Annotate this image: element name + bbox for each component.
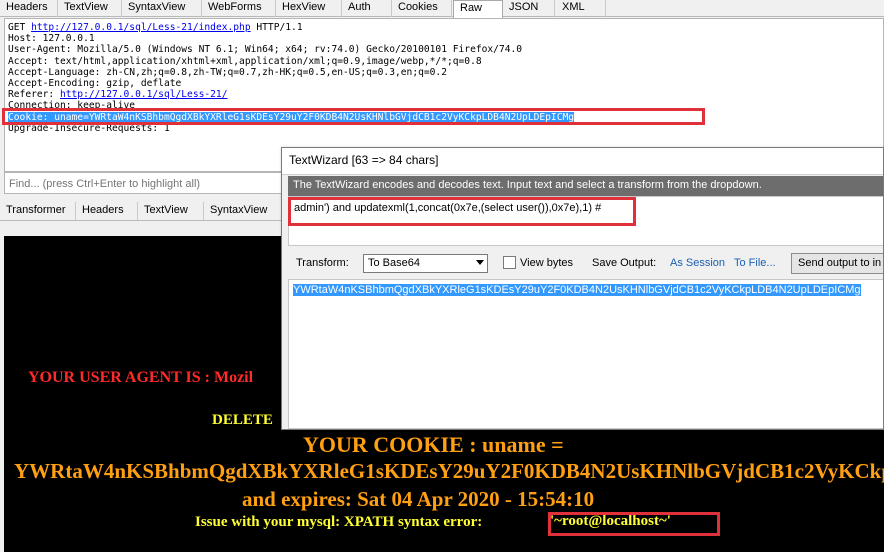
header-upgrade: Upgrade-Insecure-Requests: 1 bbox=[8, 122, 170, 134]
expires-text: and expires: Sat 04 Apr 2020 - 15:54:10 bbox=[242, 487, 595, 511]
tab-auth[interactable]: Auth bbox=[342, 0, 392, 17]
tab-json[interactable]: JSON bbox=[503, 0, 555, 17]
tab-webforms[interactable]: WebForms bbox=[202, 0, 276, 17]
tab-response-syntaxview[interactable]: SyntaxView bbox=[204, 202, 282, 220]
tab-textview[interactable]: TextView bbox=[58, 0, 122, 17]
view-bytes-label: View bytes bbox=[520, 257, 573, 269]
transform-select[interactable]: To Base64 bbox=[363, 254, 488, 273]
tab-raw[interactable]: Raw bbox=[453, 0, 503, 18]
cookie-label-text: YOUR COOKIE : uname = bbox=[303, 432, 564, 457]
textwizard-description: The TextWizard encodes and decodes text.… bbox=[288, 176, 883, 196]
tab-xml[interactable]: XML bbox=[556, 0, 606, 17]
request-tab-bar: Headers TextView SyntaxView WebForms Hex… bbox=[0, 0, 884, 18]
as-session-link[interactable]: As Session bbox=[670, 257, 725, 269]
textwizard-window: TextWizard [63 => 84 chars] The TextWiza… bbox=[281, 147, 884, 430]
injection-result-text: '~root@localhost~' bbox=[548, 513, 673, 533]
header-accept-encoding: Accept-Encoding: gzip, deflate bbox=[8, 77, 182, 89]
user-agent-text: YOUR USER AGENT IS : Mozil bbox=[28, 369, 254, 386]
save-output-label: Save Output: bbox=[592, 257, 657, 269]
tab-hexview[interactable]: HexView bbox=[276, 0, 342, 17]
find-input[interactable] bbox=[9, 175, 299, 192]
tab-transformer[interactable]: Transformer bbox=[0, 202, 76, 220]
cookie-selection: Cookie: uname=YWRtaW4nKSBhbmQgdXBkYXRleG… bbox=[8, 111, 575, 123]
request-url-link[interactable]: http://127.0.0.1/sql/Less-21/index.php bbox=[31, 22, 251, 33]
chevron-down-icon bbox=[476, 260, 484, 265]
cookie-value-text: YWRtaW4nKSBhbmQgdXBkYXRleG1sKDEsY29uY2F0… bbox=[14, 459, 884, 483]
header-connection: Connection: keep-alive bbox=[8, 100, 136, 112]
view-bytes-checkbox[interactable] bbox=[503, 256, 516, 269]
tab-syntaxview[interactable]: SyntaxView bbox=[122, 0, 202, 17]
send-output-button[interactable]: Send output to in bbox=[791, 253, 883, 274]
header-referer: Referer: http://127.0.0.1/sql/Less-21/ bbox=[8, 89, 228, 101]
mysql-error-text: Issue with your mysql: XPATH syntax erro… bbox=[195, 514, 483, 530]
request-line: GET http://127.0.0.1/sql/Less-21/index.p… bbox=[8, 22, 303, 33]
header-accept-language: Accept-Language: zh-CN,zh;q=0.8,zh-TW;q=… bbox=[8, 66, 447, 78]
referer-link[interactable]: http://127.0.0.1/sql/Less-21/ bbox=[60, 89, 228, 100]
delete-text: DELETE bbox=[212, 412, 273, 428]
textwizard-output[interactable]: YWRtaW4nKSBhbmQgdXBkYXRleG1sKDEsY29uY2F0… bbox=[288, 279, 883, 429]
to-file-link[interactable]: To File... bbox=[734, 257, 776, 269]
textwizard-controls: Transform: To Base64 View bytes Save Out… bbox=[288, 249, 883, 277]
header-accept: Accept: text/html,application/xhtml+xml,… bbox=[8, 55, 482, 67]
tab-response-headers[interactable]: Headers bbox=[76, 202, 138, 220]
tab-cookies[interactable]: Cookies bbox=[392, 0, 452, 17]
header-host: Host: 127.0.0.1 bbox=[8, 33, 95, 45]
tab-headers[interactable]: Headers bbox=[0, 0, 58, 17]
textwizard-title: TextWizard [63 => 84 chars] bbox=[282, 148, 883, 175]
output-selection: YWRtaW4nKSBhbmQgdXBkYXRleG1sKDEsY29uY2F0… bbox=[293, 284, 861, 296]
transform-label: Transform: bbox=[296, 257, 349, 269]
header-user-agent: User-Agent: Mozilla/5.0 (Windows NT 6.1;… bbox=[8, 44, 523, 56]
header-cookie: Cookie: uname=YWRtaW4nKSBhbmQgdXBkYXRleG… bbox=[8, 111, 883, 123]
tab-response-textview[interactable]: TextView bbox=[138, 202, 204, 220]
textwizard-input[interactable]: admin') and updatexml(1,concat(0x7e,(sel… bbox=[288, 196, 883, 246]
